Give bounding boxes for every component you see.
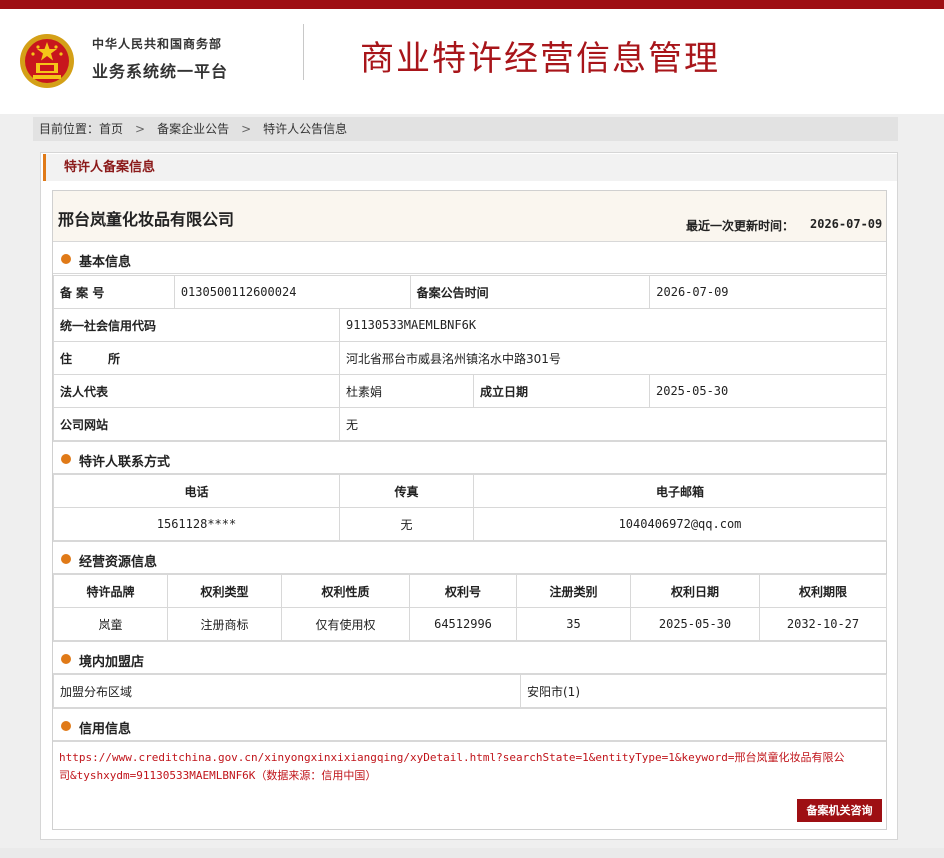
- credit-code-value: 91130533MAEMLBNF6K: [339, 308, 887, 342]
- resource-header-right-no: 权利号: [409, 574, 517, 608]
- filing-no-label: 备 案 号: [53, 275, 175, 309]
- website-value: 无: [339, 407, 887, 441]
- filing-no-value: 0130500112600024: [173, 275, 411, 309]
- credit-url[interactable]: https://www.creditchina.gov.cn/xinyongxi…: [59, 751, 845, 782]
- group-title: 经营资源信息: [79, 555, 158, 570]
- group-title: 基本信息: [79, 255, 132, 270]
- platform-name: 业务系统统一平台: [92, 62, 229, 81]
- established-value: 2025-05-30: [649, 374, 887, 408]
- bullet-icon: [61, 554, 71, 564]
- resource-right-no: 64512996: [409, 607, 517, 641]
- contact-header-email: 电子邮箱: [473, 474, 887, 508]
- resource-class: 35: [516, 607, 631, 641]
- bullet-icon: [61, 254, 71, 264]
- bullet-icon: [61, 721, 71, 731]
- breadcrumb-home-link[interactable]: 首页: [99, 122, 123, 136]
- contact-header-fax: 传真: [339, 474, 474, 508]
- credit-info-link[interactable]: https://www.creditchina.gov.cn/xinyongxi…: [59, 749, 849, 785]
- resources-table: 特许品牌 权利类型 权利性质 权利号 注册类别 权利日期 权利期限 岚童 注册商…: [53, 574, 887, 641]
- group-credit: 信用信息: [53, 708, 886, 741]
- system-title: 商业特许经营信息管理: [360, 39, 720, 79]
- section-title: 特许人备案信息: [43, 154, 897, 181]
- address-value: 河北省邢台市威县洺州镇洺水中路301号: [339, 341, 887, 375]
- legal-rep-label: 法人代表: [53, 374, 340, 408]
- update-value: 2026-07-09: [810, 217, 883, 231]
- credit-source: （数据来源：信用中国）: [255, 769, 377, 782]
- contact-email: 1040406972@qq.com: [473, 507, 887, 541]
- group-basic-info: 基本信息: [53, 241, 886, 274]
- address-label: 住 所: [53, 341, 340, 375]
- resource-header-right-nature: 权利性质: [281, 574, 410, 608]
- breadcrumb-prefix: 目前位置：: [39, 122, 100, 136]
- consult-button[interactable]: 备案机关咨询: [797, 799, 882, 822]
- breadcrumb: 目前位置：首页 > 备案企业公告 > 特许人公告信息: [33, 117, 898, 141]
- franchise-table: 加盟分布区域 安阳市(1): [53, 674, 887, 708]
- contact-phone: 1561128****: [53, 507, 340, 541]
- announce-time-label: 备案公告时间: [409, 275, 651, 309]
- franchise-area-link[interactable]: 安阳市(1): [520, 674, 887, 708]
- group-contact: 特许人联系方式: [53, 441, 886, 474]
- group-title: 境内加盟店: [79, 655, 145, 670]
- basic-info-table-2: 统一社会信用代码 91130533MAEMLBNF6K 住 所 河北省邢台市威县…: [53, 308, 887, 441]
- header-divider: [303, 24, 304, 80]
- page-footer-band: [0, 848, 944, 858]
- national-emblem-icon: [20, 34, 74, 88]
- breadcrumb-separator: >: [135, 122, 146, 136]
- resource-date: 2025-05-30: [630, 607, 760, 641]
- contact-fax: 无: [339, 507, 474, 541]
- group-title: 特许人联系方式: [79, 455, 171, 470]
- breadcrumb-separator: >: [241, 122, 252, 136]
- resource-brand: 岚童: [53, 607, 168, 641]
- group-title: 信用信息: [79, 722, 132, 737]
- credit-code-label: 统一社会信用代码: [53, 308, 340, 342]
- resource-header-term: 权利期限: [759, 574, 887, 608]
- resource-header-brand: 特许品牌: [53, 574, 168, 608]
- bullet-icon: [61, 454, 71, 464]
- resource-term: 2032-10-27: [759, 607, 887, 641]
- ministry-name: 中华人民共和国商务部: [92, 37, 223, 51]
- basic-info-table: 备 案 号 0130500112600024 备案公告时间 2026-07-09: [53, 275, 887, 309]
- breadcrumb-filing-link[interactable]: 备案企业公告: [157, 122, 229, 136]
- legal-rep-value: 杜素娟: [339, 374, 474, 408]
- group-resources: 经营资源信息: [53, 541, 886, 574]
- contact-table: 电话 传真 电子邮箱 1561128**** 无 1040406972@qq.c…: [53, 474, 887, 541]
- bullet-icon: [61, 654, 71, 664]
- resource-header-right-type: 权利类型: [167, 574, 282, 608]
- company-name: 邢台岚童化妆品有限公司: [58, 210, 235, 229]
- announce-time-value: 2026-07-09: [649, 275, 887, 309]
- franchise-area-label: 加盟分布区域: [53, 674, 521, 708]
- contact-header-phone: 电话: [53, 474, 340, 508]
- resource-header-date: 权利日期: [630, 574, 760, 608]
- resource-right-nature: 仅有使用权: [281, 607, 410, 641]
- breadcrumb-current: 特许人公告信息: [263, 122, 348, 136]
- resource-header-class: 注册类别: [516, 574, 631, 608]
- website-label: 公司网站: [53, 407, 340, 441]
- top-brand-bar: [0, 0, 944, 9]
- established-label: 成立日期: [473, 374, 650, 408]
- group-franchise: 境内加盟店: [53, 641, 886, 674]
- resource-right-type: 注册商标: [167, 607, 282, 641]
- update-label: 最近一次更新时间：: [686, 219, 795, 233]
